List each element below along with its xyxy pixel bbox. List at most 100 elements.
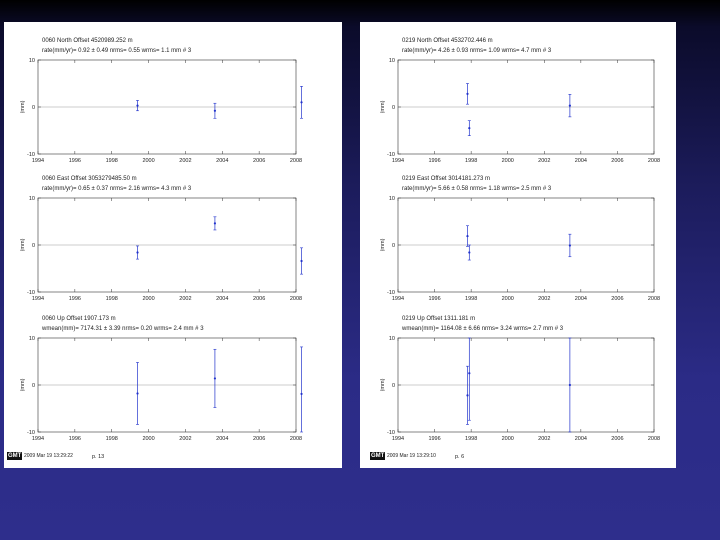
- chart-title: 0060 North Offset 4520989.252 m: [42, 38, 133, 44]
- report-sheet-0060: 0060 North Offset 4520989.252 m rate(mm/y…: [4, 22, 342, 468]
- gmt-logo: GMT: [7, 452, 23, 460]
- x-tick-label: 2008: [290, 296, 302, 302]
- x-tick-label: 2004: [216, 436, 228, 442]
- x-tick-label: 1994: [392, 436, 404, 442]
- x-tick-label: 2002: [538, 158, 550, 164]
- footer-timestamp: 2009 Mar 19 13:29:10: [387, 453, 436, 459]
- x-tick-label: 2006: [611, 436, 623, 442]
- chart-subtitle: wmean(mm)= 7174.31 ± 3.39 nrms= 0.20 wrm…: [41, 326, 204, 332]
- chart-subtitle: rate(mm/yr)= 5.66 ± 0.58 nrms= 1.18 wrms…: [402, 186, 552, 192]
- y-axis-label: (mm): [20, 100, 26, 113]
- y-tick-label: 10: [29, 336, 35, 342]
- x-tick-label: 2002: [538, 436, 550, 442]
- x-tick-label: 2006: [253, 296, 265, 302]
- chart-0219-0: 0219 North Offset 4532702.446 m rate(mm/y…: [380, 38, 660, 164]
- x-tick-label: 1996: [428, 158, 440, 164]
- x-tick-label: 2008: [648, 158, 660, 164]
- x-tick-label: 1996: [428, 436, 440, 442]
- y-axis-label: (mm): [20, 238, 26, 251]
- data-point: [468, 372, 471, 375]
- x-tick-label: 1994: [392, 296, 404, 302]
- data-point: [213, 222, 217, 225]
- y-tick-label: 10: [389, 196, 395, 202]
- x-tick-label: 2004: [216, 296, 228, 302]
- x-tick-label: 1998: [106, 296, 118, 302]
- chart-subtitle: wmean(mm)= 1164.08 ± 6.66 nrms= 3.24 wrm…: [401, 326, 564, 332]
- data-point: [213, 377, 217, 380]
- x-tick-label: 1994: [32, 296, 44, 302]
- data-point: [300, 259, 303, 263]
- chart-0219-2: 0219 Up Offset 1311.181 m wmean(mm)= 1164…: [380, 316, 660, 442]
- chart-title: 0219 East Offset 3014181.273 m: [402, 176, 490, 182]
- x-tick-label: 1998: [106, 436, 118, 442]
- x-tick-label: 1996: [69, 158, 81, 164]
- y-tick-label: 0: [392, 383, 395, 389]
- data-point: [568, 244, 571, 247]
- x-tick-label: 2008: [648, 296, 660, 302]
- offset-plots-0060: 0060 North Offset 4520989.252 m rate(mm/y…: [20, 38, 304, 442]
- x-tick-label: 1998: [106, 158, 118, 164]
- y-tick-label: 10: [389, 58, 395, 64]
- data-point: [300, 392, 303, 396]
- y-tick-label: 0: [32, 243, 35, 249]
- y-axis-label: (mm): [380, 100, 386, 113]
- data-point: [300, 101, 303, 104]
- x-tick-label: 1996: [69, 296, 81, 302]
- x-tick-label: 2006: [253, 436, 265, 442]
- chart-subtitle: rate(mm/yr)= 4.26 ± 0.93 nrms= 1.09 wrms…: [402, 48, 552, 54]
- x-tick-label: 2000: [142, 436, 154, 442]
- chart-0219-1: 0219 East Offset 3014181.273 m rate(mm/yr…: [380, 176, 660, 302]
- chart-title: 0219 Up Offset 1311.181 m: [402, 316, 475, 322]
- data-point: [213, 109, 217, 112]
- gmt-logo: GMT: [370, 452, 386, 460]
- x-tick-label: 2000: [502, 158, 514, 164]
- data-point: [466, 394, 469, 397]
- chart-0060-0: 0060 North Offset 4520989.252 m rate(mm/y…: [20, 38, 304, 164]
- x-tick-label: 1998: [465, 158, 477, 164]
- x-tick-label: 2004: [575, 158, 587, 164]
- y-axis-label: (mm): [20, 378, 26, 391]
- x-tick-label: 1996: [69, 436, 81, 442]
- y-tick-label: 10: [389, 336, 395, 342]
- data-point: [136, 251, 139, 254]
- data-point: [468, 127, 471, 130]
- y-tick-label: 0: [392, 243, 395, 249]
- chart-subtitle: rate(mm/yr)= 0.65 ± 0.37 nrms= 2.16 wrms…: [42, 186, 192, 192]
- chart-0060-2: 0060 Up Offset 1907.173 m wmean(mm)= 7174…: [20, 316, 304, 442]
- data-point: [466, 92, 469, 95]
- x-tick-label: 2002: [538, 296, 550, 302]
- x-tick-label: 2004: [575, 296, 587, 302]
- x-tick-label: 2002: [179, 158, 191, 164]
- chart-0060-1: 0060 East Offset 3053279485.50 m rate(mm/…: [20, 176, 304, 302]
- y-axis-label: (mm): [380, 238, 386, 251]
- y-tick-label: 0: [392, 105, 395, 111]
- x-tick-label: 2000: [142, 158, 154, 164]
- x-tick-label: 1994: [392, 158, 404, 164]
- data-point: [136, 104, 139, 107]
- x-tick-label: 2006: [611, 158, 623, 164]
- x-tick-label: 2004: [575, 436, 587, 442]
- x-tick-label: 2002: [179, 436, 191, 442]
- data-point: [136, 392, 139, 395]
- x-tick-label: 2004: [216, 158, 228, 164]
- x-tick-label: 2008: [290, 158, 302, 164]
- y-tick-label: 10: [29, 196, 35, 202]
- chart-title: 0060 East Offset 3053279485.50 m: [42, 176, 137, 182]
- x-tick-label: 2000: [502, 296, 514, 302]
- x-tick-label: 2000: [142, 296, 154, 302]
- page-number: p. 6: [455, 454, 465, 460]
- x-tick-label: 1994: [32, 436, 44, 442]
- x-tick-label: 2000: [502, 436, 514, 442]
- report-sheet-0219: 0219 North Offset 4532702.446 m rate(mm/y…: [360, 22, 676, 468]
- x-tick-label: 2008: [290, 436, 302, 442]
- chart-title: 0219 North Offset 4532702.446 m: [402, 38, 493, 44]
- y-tick-label: 0: [32, 105, 35, 111]
- x-tick-label: 2006: [253, 158, 265, 164]
- data-point: [568, 104, 571, 107]
- y-tick-label: 10: [29, 58, 35, 64]
- chart-subtitle: rate(mm/yr)= 0.92 ± 0.49 nrms= 0.55 wrms…: [42, 48, 192, 54]
- page-number: p. 13: [92, 454, 105, 460]
- data-point: [468, 251, 471, 254]
- slide: { "colors": {"series": "#2233cc", "axis"…: [0, 0, 720, 540]
- footer-timestamp: 2009 Mar 19 13:29:22: [24, 453, 73, 459]
